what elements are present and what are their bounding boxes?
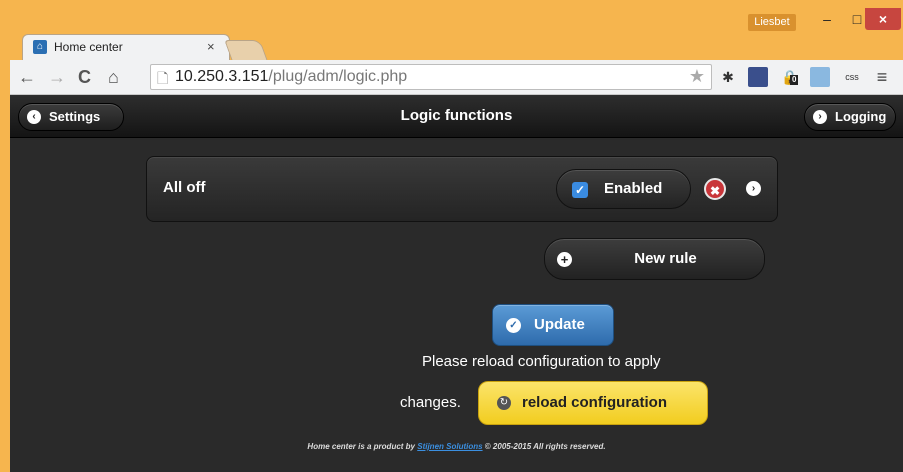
browser-toolbar: ← → C ⌂ 🗋 10.250.3.151/plug/adm/logic.ph… xyxy=(10,60,903,95)
chevron-right-icon: › xyxy=(813,110,827,124)
enabled-label: Enabled xyxy=(604,180,663,197)
chevron-left-icon: ‹ xyxy=(27,110,41,124)
extension-icon[interactable] xyxy=(748,67,768,87)
close-window-button[interactable]: × xyxy=(865,8,901,30)
minimize-button[interactable]: – xyxy=(812,8,842,30)
checkbox-checked-icon: ✓ xyxy=(572,182,588,198)
vendor-link[interactable]: Stijnen Solutions xyxy=(417,442,482,451)
footer: Home center is a product by Stijnen Solu… xyxy=(307,442,606,451)
enabled-toggle[interactable]: ✓ Enabled xyxy=(556,169,691,209)
window-extension-icon[interactable] xyxy=(810,67,830,87)
app-content: Logic functions ‹ Settings › Logging All… xyxy=(10,95,903,472)
address-bar[interactable]: 🗋 10.250.3.151/plug/adm/logic.php ★ xyxy=(150,64,712,90)
back-icon[interactable]: ← xyxy=(18,66,36,88)
settings-back-button[interactable]: ‹ Settings xyxy=(18,103,124,131)
app-header: Logic functions ‹ Settings › Logging xyxy=(10,95,903,138)
profile-badge[interactable]: Liesbet xyxy=(748,14,796,31)
update-label: Update xyxy=(534,316,585,333)
rule-item: All off ✓ Enabled ✖ › xyxy=(146,156,778,222)
bookmark-star-icon[interactable]: ★ xyxy=(689,66,705,87)
tab-title: Home center xyxy=(54,40,123,54)
page-icon: 🗋 xyxy=(157,70,169,86)
tab-close-icon[interactable]: × xyxy=(207,39,215,54)
update-button[interactable]: ✓ Update xyxy=(492,304,614,346)
delete-rule-button[interactable]: ✖ xyxy=(704,178,726,200)
reload-message: Please reload configuration to apply xyxy=(422,353,661,370)
page-title: Logic functions xyxy=(400,107,513,124)
logging-button[interactable]: › Logging xyxy=(804,103,896,131)
url-text: 10.250.3.151/plug/adm/logic.php xyxy=(175,68,408,85)
reload-configuration-button[interactable]: ↻ reload configuration xyxy=(478,381,708,425)
open-rule-button[interactable]: › xyxy=(746,181,761,196)
rule-name: All off xyxy=(163,179,206,196)
reload-icon[interactable]: C xyxy=(78,66,91,88)
forward-icon[interactable]: → xyxy=(48,66,66,88)
new-rule-button[interactable]: + New rule xyxy=(544,238,765,280)
refresh-icon: ↻ xyxy=(497,396,511,410)
menu-icon[interactable]: ≡ xyxy=(872,67,892,87)
home-icon[interactable]: ⌂ xyxy=(108,66,119,88)
css-extension-icon[interactable]: css xyxy=(842,67,862,87)
settings-label: Settings xyxy=(49,109,101,124)
reload-message-cont: changes. xyxy=(400,394,461,411)
new-tab-button[interactable] xyxy=(224,40,268,61)
browser-tab[interactable]: ⌂ Home center × xyxy=(22,34,230,61)
settings-gear-icon[interactable]: ✱ xyxy=(718,67,738,87)
new-rule-label: New rule xyxy=(634,250,697,267)
check-icon: ✓ xyxy=(506,318,521,333)
home-favicon-icon: ⌂ xyxy=(33,40,47,54)
logging-label: Logging xyxy=(835,109,887,124)
lock-extension-icon[interactable]: 🔒0 xyxy=(780,67,800,87)
reload-label: reload configuration xyxy=(522,394,668,411)
